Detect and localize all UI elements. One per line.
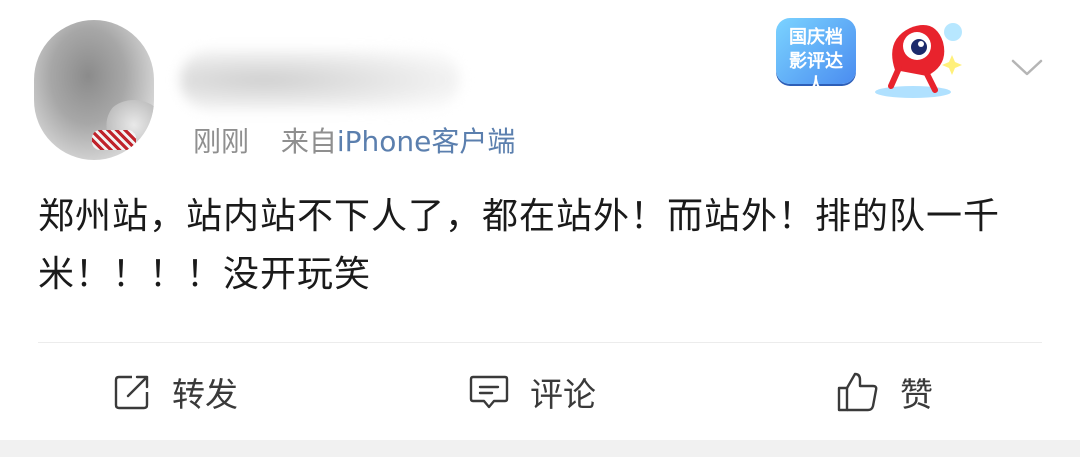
like-button[interactable]: 赞 xyxy=(836,367,933,417)
holiday-reviewer-badge[interactable]: 国庆档影评达人 xyxy=(770,10,1000,100)
repost-button[interactable]: 转发 xyxy=(112,367,238,417)
mascot-icon xyxy=(875,23,962,98)
repost-label: 转发 xyxy=(172,375,238,414)
avatar-bow-image xyxy=(92,130,136,150)
chevron-down-icon[interactable] xyxy=(1010,55,1044,79)
avatar[interactable] xyxy=(34,20,154,160)
comment-icon xyxy=(469,375,509,409)
repost-icon xyxy=(114,375,149,410)
post-source-link[interactable]: iPhone客户端 xyxy=(337,125,516,158)
username-blurred[interactable] xyxy=(180,50,460,110)
feed-separator xyxy=(0,440,1080,457)
comment-label: 评论 xyxy=(530,375,596,414)
post-meta: 刚刚 来自iPhone客户端 xyxy=(193,120,515,160)
thumbs-up-icon xyxy=(837,372,878,412)
post-time: 刚刚 xyxy=(193,125,250,158)
post-content: 郑州站，站内站不下人了，都在站外！而站外！排的队一千米！！！！没开玩笑 xyxy=(38,196,1001,295)
action-bar: 转发 评论 赞 xyxy=(0,343,1080,440)
weibo-post-card: 刚刚 来自iPhone客户端 国庆档影评达人 郑州站，站内站不下人了，都在站外！… xyxy=(0,0,1080,440)
like-label: 赞 xyxy=(900,375,933,414)
post-from-label: 来自 xyxy=(280,125,337,158)
badge-label: 国庆档影评达人 xyxy=(776,18,856,96)
comment-button[interactable]: 评论 xyxy=(468,367,596,417)
